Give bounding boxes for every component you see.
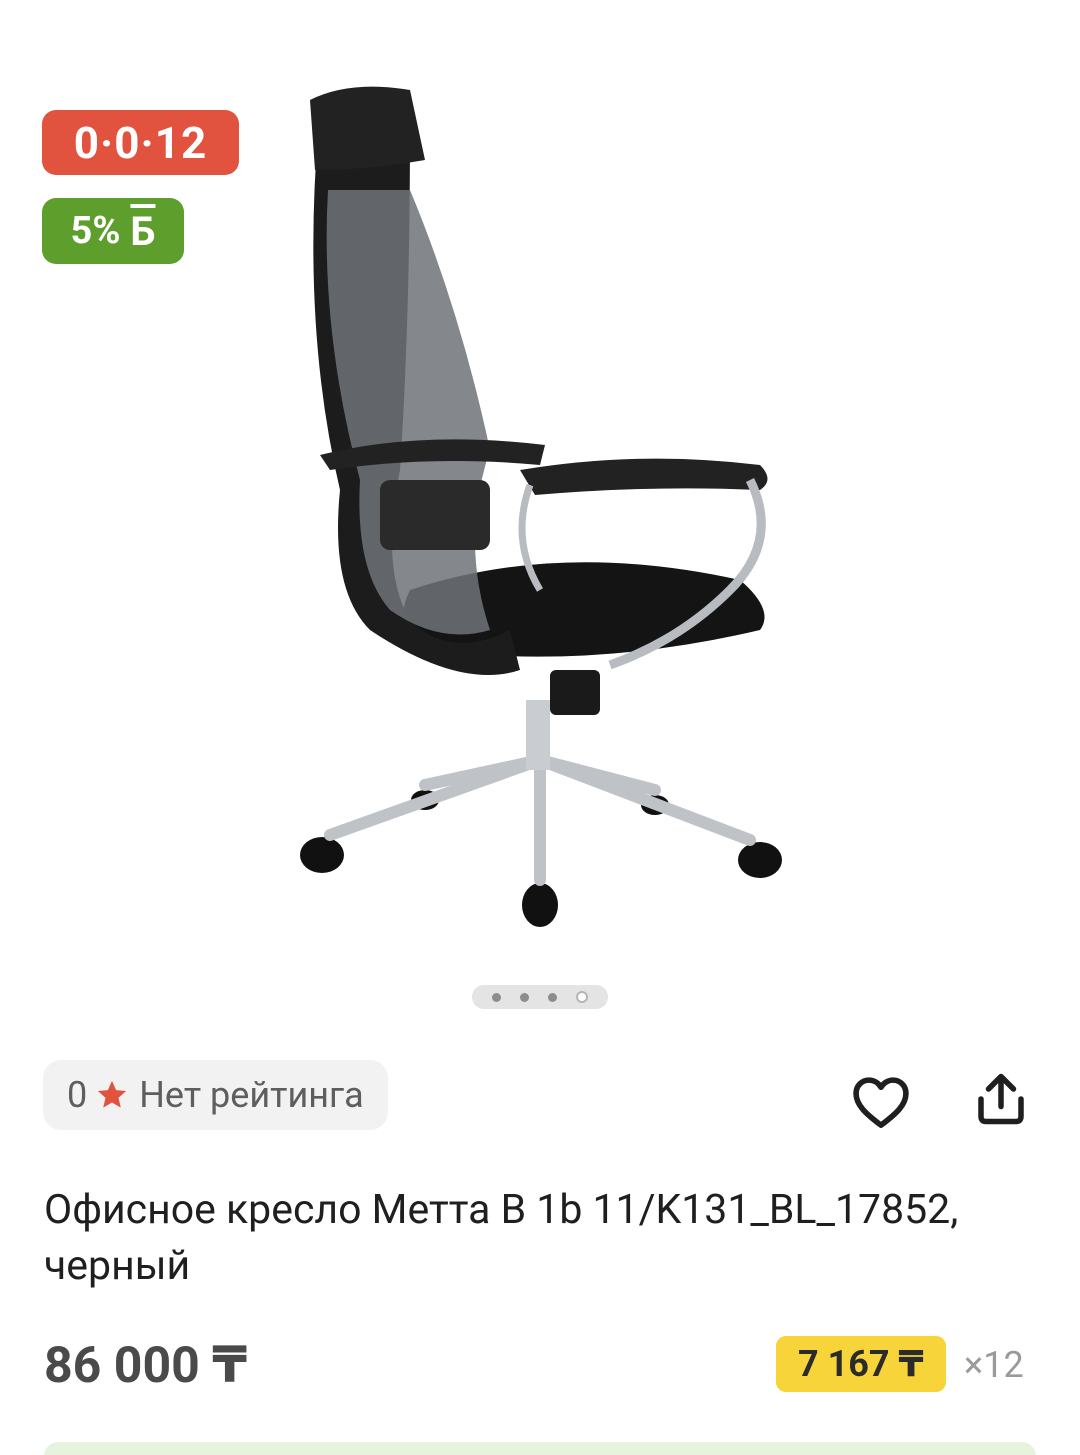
- bonus-symbol: Б: [130, 207, 156, 255]
- monthly-payment: 7 167 ₸: [798, 1343, 924, 1385]
- bonus-badge: 5% Б: [42, 198, 184, 264]
- monthly-payment-badge[interactable]: 7 167 ₸: [776, 1336, 946, 1392]
- bottom-banner[interactable]: [44, 1442, 1036, 1455]
- star-icon: [95, 1078, 129, 1112]
- product-title: Офисное кресло Метта B 1b 11/K131_BL_178…: [44, 1186, 959, 1290]
- heart-icon: [853, 1077, 909, 1128]
- pagination-dot[interactable]: [519, 992, 529, 1002]
- pagination-dot-active[interactable]: [576, 991, 589, 1003]
- installment-months: ×12: [964, 1344, 1024, 1386]
- bonus-percent: 5%: [70, 209, 121, 253]
- rating-count: 0: [67, 1074, 88, 1116]
- share-icon: [978, 1073, 1024, 1125]
- favorite-button[interactable]: [846, 1066, 916, 1136]
- office-chair-image: [300, 86, 782, 927]
- gallery-pagination[interactable]: [472, 985, 608, 1009]
- pagination-dot[interactable]: [548, 992, 558, 1002]
- installment-label: 0·0·12: [73, 116, 208, 169]
- pagination-dot[interactable]: [491, 992, 501, 1002]
- installment-badge: 0·0·12: [42, 110, 239, 175]
- rating-badge[interactable]: 0 Нет рейтинга: [43, 1060, 388, 1130]
- product-image-gallery[interactable]: 0·0·12 5% Б: [0, 0, 1080, 1030]
- rating-label: Нет рейтинга: [139, 1074, 364, 1116]
- share-button[interactable]: [966, 1064, 1036, 1134]
- product-price: 86 000 ₸: [44, 1337, 248, 1395]
